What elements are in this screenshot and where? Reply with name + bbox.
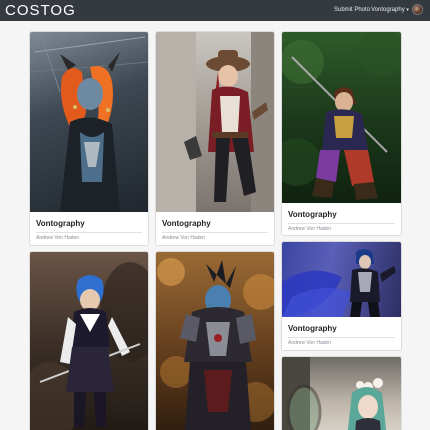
divider — [36, 232, 142, 233]
cosplay-photo[interactable] — [30, 252, 148, 430]
avatar[interactable] — [412, 4, 423, 15]
card-author: Andrew Von Haden — [162, 235, 206, 241]
cosplay-photo[interactable] — [282, 32, 401, 203]
cosplay-photo[interactable] — [156, 32, 274, 212]
card-title: Vontography — [288, 210, 337, 219]
card-title: Vontography — [162, 219, 211, 228]
card-author: Andrew Von Haden — [36, 235, 80, 241]
divider — [162, 232, 268, 233]
navbar: COSTOG Submit Photo Vontography ▾ — [0, 0, 430, 21]
photo-card[interactable] — [29, 251, 149, 430]
cosplay-photo[interactable] — [282, 357, 401, 430]
submit-photo-link[interactable]: Submit Photo — [334, 0, 370, 21]
cosplay-photo[interactable] — [30, 32, 148, 212]
chevron-down-icon: ▾ — [406, 7, 409, 13]
user-menu-label: Vontography — [371, 7, 405, 13]
cosplay-photo[interactable] — [282, 242, 401, 317]
photo-card[interactable]: Vontography Andrew Von Haden — [155, 31, 275, 246]
divider — [288, 223, 395, 224]
brand-logo[interactable]: COSTOG — [5, 1, 76, 20]
cosplay-photo[interactable] — [156, 252, 274, 430]
card-title: Vontography — [36, 219, 85, 228]
photo-card[interactable] — [281, 356, 402, 430]
photo-card[interactable]: Vontography Andrew Von Haden — [281, 241, 402, 351]
photo-card[interactable] — [155, 251, 275, 430]
photo-card[interactable]: Vontography Andrew Von Haden — [281, 31, 402, 236]
card-author: Andrew Von Haden — [288, 340, 332, 346]
card-title: Vontography — [288, 324, 337, 333]
divider — [288, 337, 395, 338]
user-menu-dropdown[interactable]: Vontography ▾ — [371, 0, 409, 21]
card-author: Andrew Von Haden — [288, 226, 332, 232]
photo-card[interactable]: Vontography Andrew Von Haden — [29, 31, 149, 246]
